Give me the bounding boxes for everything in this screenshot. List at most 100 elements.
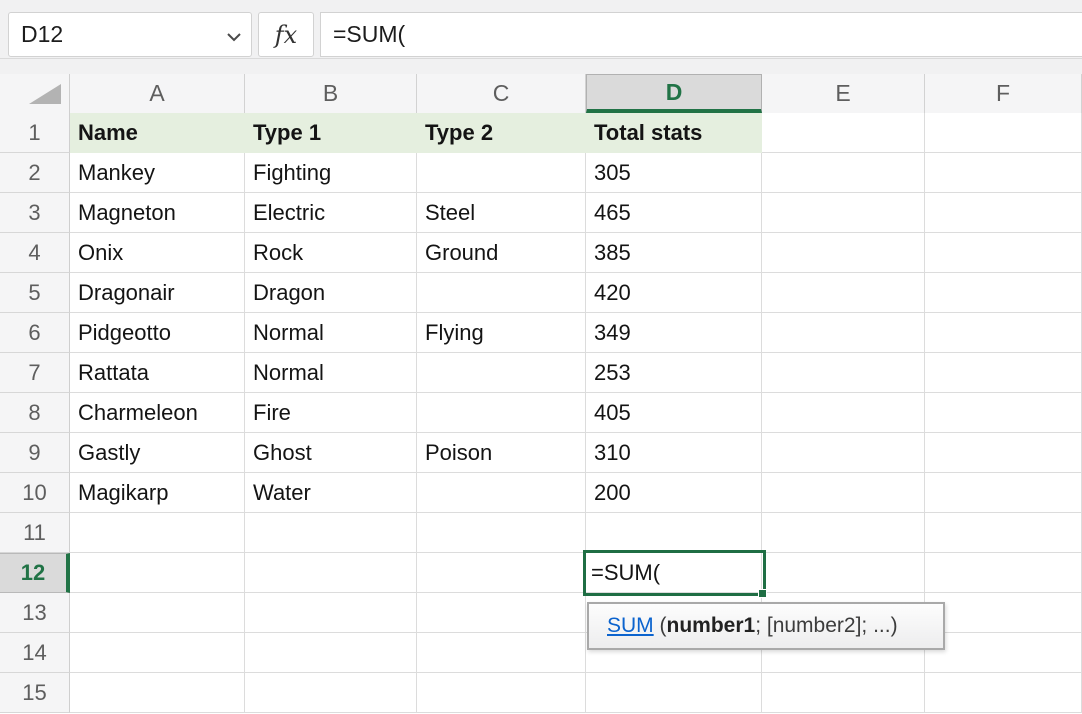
cell-A1[interactable]: Name	[70, 113, 245, 153]
cell-D4[interactable]: 385	[586, 233, 762, 273]
cell-C14[interactable]	[417, 633, 586, 673]
cell-D6[interactable]: 349	[586, 313, 762, 353]
cell-E3[interactable]	[762, 193, 925, 233]
cell-B2[interactable]: Fighting	[245, 153, 417, 193]
cell-D12[interactable]: =SUM(	[586, 553, 762, 593]
cell-D1[interactable]: Total stats	[586, 113, 762, 153]
cell-C3[interactable]: Steel	[417, 193, 586, 233]
cell-A12[interactable]	[70, 553, 245, 593]
cell-E9[interactable]	[762, 433, 925, 473]
cell-E2[interactable]	[762, 153, 925, 193]
cell-C4[interactable]: Ground	[417, 233, 586, 273]
cell-D10[interactable]: 200	[586, 473, 762, 513]
cell-C2[interactable]	[417, 153, 586, 193]
row-header-15[interactable]: 15	[0, 673, 70, 713]
row-header-7[interactable]: 7	[0, 353, 70, 393]
cell-E1[interactable]	[762, 113, 925, 153]
cell-C5[interactable]	[417, 273, 586, 313]
cell-B9[interactable]: Ghost	[245, 433, 417, 473]
cell-B14[interactable]	[245, 633, 417, 673]
cell-F4[interactable]	[925, 233, 1082, 273]
column-header-D[interactable]: D	[586, 74, 762, 113]
column-header-C[interactable]: C	[417, 74, 586, 113]
row-header-4[interactable]: 4	[0, 233, 70, 273]
cell-F12[interactable]	[925, 553, 1082, 593]
cell-E6[interactable]	[762, 313, 925, 353]
cell-E11[interactable]	[762, 513, 925, 553]
fill-handle[interactable]	[758, 589, 767, 598]
chevron-down-icon[interactable]	[227, 21, 241, 48]
cell-A13[interactable]	[70, 593, 245, 633]
cell-F5[interactable]	[925, 273, 1082, 313]
row-header-2[interactable]: 2	[0, 153, 70, 193]
row-header-9[interactable]: 9	[0, 433, 70, 473]
cell-E5[interactable]	[762, 273, 925, 313]
cell-A11[interactable]	[70, 513, 245, 553]
cell-D8[interactable]: 405	[586, 393, 762, 433]
cell-C8[interactable]	[417, 393, 586, 433]
cell-D5[interactable]: 420	[586, 273, 762, 313]
cell-F9[interactable]	[925, 433, 1082, 473]
cell-D9[interactable]: 310	[586, 433, 762, 473]
row-header-14[interactable]: 14	[0, 633, 70, 673]
cell-F6[interactable]	[925, 313, 1082, 353]
cell-F1[interactable]	[925, 113, 1082, 153]
cell-C11[interactable]	[417, 513, 586, 553]
cell-A4[interactable]: Onix	[70, 233, 245, 273]
row-header-13[interactable]: 13	[0, 593, 70, 633]
row-header-1[interactable]: 1	[0, 113, 70, 153]
cell-F14[interactable]	[925, 633, 1082, 673]
cell-F13[interactable]	[925, 593, 1082, 633]
cell-E7[interactable]	[762, 353, 925, 393]
cell-C12[interactable]	[417, 553, 586, 593]
cell-F8[interactable]	[925, 393, 1082, 433]
cell-D7[interactable]: 253	[586, 353, 762, 393]
cell-E4[interactable]	[762, 233, 925, 273]
row-header-3[interactable]: 3	[0, 193, 70, 233]
row-header-10[interactable]: 10	[0, 473, 70, 513]
row-header-6[interactable]: 6	[0, 313, 70, 353]
cell-A14[interactable]	[70, 633, 245, 673]
cell-C6[interactable]: Flying	[417, 313, 586, 353]
row-header-8[interactable]: 8	[0, 393, 70, 433]
cell-A5[interactable]: Dragonair	[70, 273, 245, 313]
cell-F2[interactable]	[925, 153, 1082, 193]
cell-F3[interactable]	[925, 193, 1082, 233]
cell-D3[interactable]: 465	[586, 193, 762, 233]
cell-F11[interactable]	[925, 513, 1082, 553]
cell-A6[interactable]: Pidgeotto	[70, 313, 245, 353]
cell-E15[interactable]	[762, 673, 925, 713]
cell-B6[interactable]: Normal	[245, 313, 417, 353]
row-header-12[interactable]: 12	[0, 553, 70, 593]
formula-input[interactable]: =SUM(	[320, 12, 1082, 57]
cell-B7[interactable]: Normal	[245, 353, 417, 393]
cell-B10[interactable]: Water	[245, 473, 417, 513]
cell-A10[interactable]: Magikarp	[70, 473, 245, 513]
cell-C10[interactable]	[417, 473, 586, 513]
cell-B1[interactable]: Type 1	[245, 113, 417, 153]
cell-B15[interactable]	[245, 673, 417, 713]
cell-A15[interactable]	[70, 673, 245, 713]
cell-C13[interactable]	[417, 593, 586, 633]
cell-C9[interactable]: Poison	[417, 433, 586, 473]
cell-A3[interactable]: Magneton	[70, 193, 245, 233]
cell-D15[interactable]	[586, 673, 762, 713]
column-header-E[interactable]: E	[762, 74, 925, 113]
cell-B11[interactable]	[245, 513, 417, 553]
row-header-5[interactable]: 5	[0, 273, 70, 313]
function-name-link[interactable]: SUM	[607, 614, 654, 638]
cell-B3[interactable]: Electric	[245, 193, 417, 233]
cell-B5[interactable]: Dragon	[245, 273, 417, 313]
cell-F10[interactable]	[925, 473, 1082, 513]
cell-B13[interactable]	[245, 593, 417, 633]
cell-C1[interactable]: Type 2	[417, 113, 586, 153]
cell-A8[interactable]: Charmeleon	[70, 393, 245, 433]
cell-A9[interactable]: Gastly	[70, 433, 245, 473]
cell-B12[interactable]	[245, 553, 417, 593]
cell-E8[interactable]	[762, 393, 925, 433]
cell-C7[interactable]	[417, 353, 586, 393]
cell-E10[interactable]	[762, 473, 925, 513]
cell-D11[interactable]	[586, 513, 762, 553]
insert-function-button[interactable]: fx	[258, 12, 314, 57]
cell-F15[interactable]	[925, 673, 1082, 713]
